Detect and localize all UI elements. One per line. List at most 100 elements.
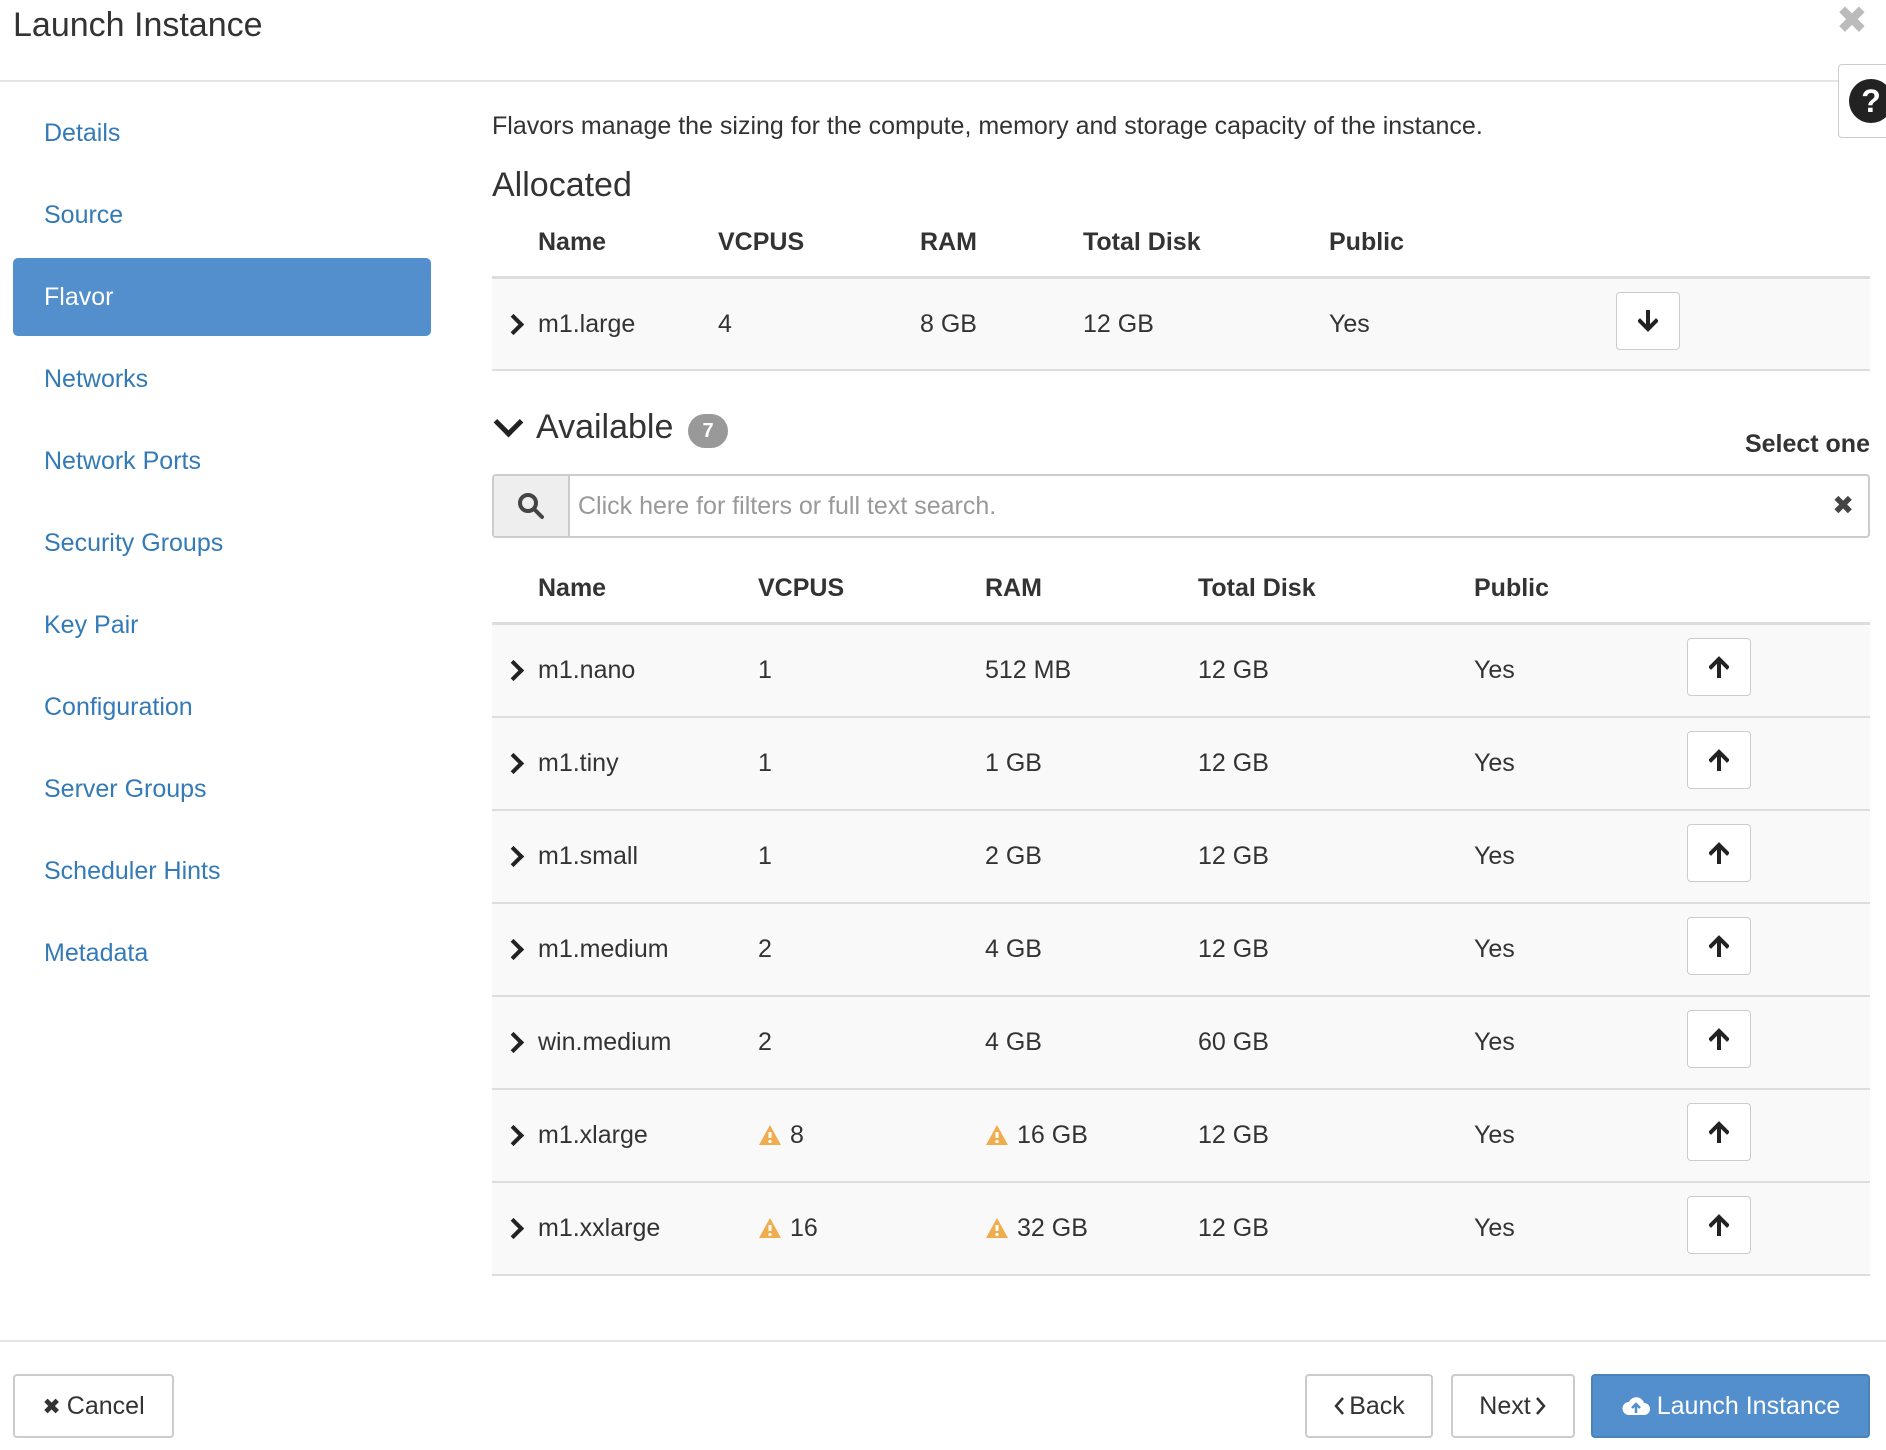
flavor-ram-cell: 1 GB <box>985 717 1198 811</box>
allocate-button[interactable] <box>1687 638 1751 696</box>
clear-search-icon[interactable]: ✖ <box>1832 490 1854 520</box>
warning-icon <box>759 1125 781 1145</box>
sidebar-item-source[interactable]: Source <box>13 176 431 254</box>
available-table: Name VCPUS RAM Total Disk Public m1.nano… <box>492 554 1870 1276</box>
column-header-name[interactable]: Name <box>538 554 758 625</box>
sidebar-item-network-ports[interactable]: Network Ports <box>13 422 431 500</box>
sidebar-item-networks[interactable]: Networks <box>13 340 431 418</box>
warning-icon <box>986 1125 1008 1145</box>
sidebar-item-security-groups[interactable]: Security Groups <box>13 504 431 582</box>
flavor-disk: 12 GB <box>1198 903 1474 997</box>
flavor-ram-cell: 512 MB <box>985 623 1198 718</box>
chevron-right-icon[interactable] <box>502 1031 525 1054</box>
allocate-button[interactable] <box>1687 1010 1751 1068</box>
chevron-right-icon[interactable] <box>502 752 525 775</box>
table-row: m1.xlarge 8 16 GB 12 GB Yes <box>492 1089 1870 1183</box>
table-row: win.medium 2 4 GB 60 GB Yes <box>492 996 1870 1090</box>
sidebar-item-metadata[interactable]: Metadata <box>13 914 431 992</box>
table-row: m1.xxlarge 16 32 GB 12 GB Yes <box>492 1182 1870 1276</box>
wizard-nav: Details Source Flavor Networks Network Ports… <box>13 94 431 996</box>
allocate-button[interactable] <box>1687 1196 1751 1254</box>
flavor-public: Yes <box>1474 623 1687 718</box>
arrow-up-icon <box>1709 749 1729 771</box>
flavor-vcpus-cell: 1 <box>758 717 985 811</box>
allocate-button[interactable] <box>1687 824 1751 882</box>
flavor-disk: 12 GB <box>1083 277 1329 371</box>
flavor-public: Yes <box>1474 903 1687 997</box>
column-header-public[interactable]: Public <box>1329 208 1536 279</box>
flavor-public: Yes <box>1474 1182 1687 1276</box>
arrow-up-icon <box>1709 1121 1729 1143</box>
flavor-disk: 60 GB <box>1198 996 1474 1090</box>
search-input[interactable] <box>572 476 1798 536</box>
column-header-public[interactable]: Public <box>1474 554 1687 625</box>
table-row: m1.nano 1 512 MB 12 GB Yes <box>492 623 1870 718</box>
flavor-vcpus-cell: 8 <box>758 1089 985 1183</box>
flavor-vcpus-cell: 2 <box>758 903 985 997</box>
step-description: Flavors manage the sizing for the comput… <box>492 112 1483 140</box>
flavor-disk: 12 GB <box>1198 1182 1474 1276</box>
sidebar-item-configuration[interactable]: Configuration <box>13 668 431 746</box>
chevron-right-icon[interactable] <box>502 938 525 961</box>
flavor-name: m1.large <box>538 277 718 371</box>
close-icon: ✖ <box>42 1394 61 1419</box>
chevron-down-icon[interactable] <box>493 407 524 438</box>
help-button[interactable]: ? <box>1838 64 1886 138</box>
warning-icon <box>986 1218 1008 1238</box>
arrow-up-icon <box>1709 842 1729 864</box>
flavor-ram: 16 GB <box>1017 1121 1088 1149</box>
dialog-footer: ✖ Cancel Back Next Launch Instance <box>0 1340 1886 1450</box>
allocated-header-row: Name VCPUS RAM Total Disk Public <box>492 208 1870 279</box>
available-header: Available 7 Select one <box>492 407 1870 458</box>
flavor-name: m1.xxlarge <box>538 1182 758 1276</box>
column-header-total-disk[interactable]: Total Disk <box>1198 554 1474 625</box>
flavor-ram: 2 GB <box>985 842 1042 870</box>
arrow-up-icon <box>1709 656 1729 678</box>
deallocate-button[interactable] <box>1616 291 1680 350</box>
next-button[interactable]: Next <box>1451 1374 1575 1438</box>
chevron-left-icon <box>1334 1397 1345 1415</box>
flavor-ram: 8 GB <box>920 277 1083 371</box>
column-header-total-disk[interactable]: Total Disk <box>1083 208 1329 279</box>
sidebar-item-scheduler-hints[interactable]: Scheduler Hints <box>13 832 431 910</box>
sidebar-item-details[interactable]: Details <box>13 94 431 172</box>
column-header-ram[interactable]: RAM <box>920 208 1083 279</box>
flavor-vcpus: 2 <box>758 1028 772 1056</box>
column-header-vcpus[interactable]: VCPUS <box>758 554 985 625</box>
flavor-name: m1.small <box>538 810 758 904</box>
chevron-right-icon[interactable] <box>502 1217 525 1240</box>
sidebar-item-key-pair[interactable]: Key Pair <box>13 586 431 664</box>
back-button[interactable]: Back <box>1305 1374 1433 1438</box>
chevron-right-icon[interactable] <box>502 659 525 682</box>
close-icon[interactable]: ✖ <box>1836 2 1868 40</box>
question-icon: ? <box>1849 79 1886 123</box>
count-badge: 7 <box>688 414 728 448</box>
cloud-upload-icon <box>1622 1397 1650 1415</box>
column-header-ram[interactable]: RAM <box>985 554 1198 625</box>
flavor-public: Yes <box>1474 810 1687 904</box>
column-header-name[interactable]: Name <box>538 208 718 279</box>
chevron-right-icon[interactable] <box>502 313 525 335</box>
flavor-vcpus-cell: 1 <box>758 623 985 718</box>
flavor-ram-cell: 4 GB <box>985 996 1198 1090</box>
allocate-button[interactable] <box>1687 1103 1751 1161</box>
chevron-right-icon <box>1535 1397 1546 1415</box>
cancel-button[interactable]: ✖ Cancel <box>13 1374 174 1438</box>
allocate-button[interactable] <box>1687 917 1751 975</box>
flavor-disk: 12 GB <box>1198 623 1474 718</box>
chevron-right-icon[interactable] <box>502 845 525 868</box>
column-header-vcpus[interactable]: VCPUS <box>718 208 920 279</box>
arrow-up-icon <box>1709 1028 1729 1050</box>
allocate-button[interactable] <box>1687 731 1751 789</box>
available-heading: Available <box>536 408 674 446</box>
sidebar-item-server-groups[interactable]: Server Groups <box>13 750 431 828</box>
flavor-disk: 12 GB <box>1198 717 1474 811</box>
flavor-name: win.medium <box>538 996 758 1090</box>
sidebar-item-flavor[interactable]: Flavor <box>13 258 431 336</box>
launch-instance-button[interactable]: Launch Instance <box>1591 1374 1870 1438</box>
search-icon <box>518 493 544 519</box>
table-row: m1.large 4 8 GB 12 GB Yes <box>492 277 1870 371</box>
flavor-ram: 4 GB <box>985 1028 1042 1056</box>
flavor-vcpus: 2 <box>758 935 772 963</box>
chevron-right-icon[interactable] <box>502 1124 525 1147</box>
